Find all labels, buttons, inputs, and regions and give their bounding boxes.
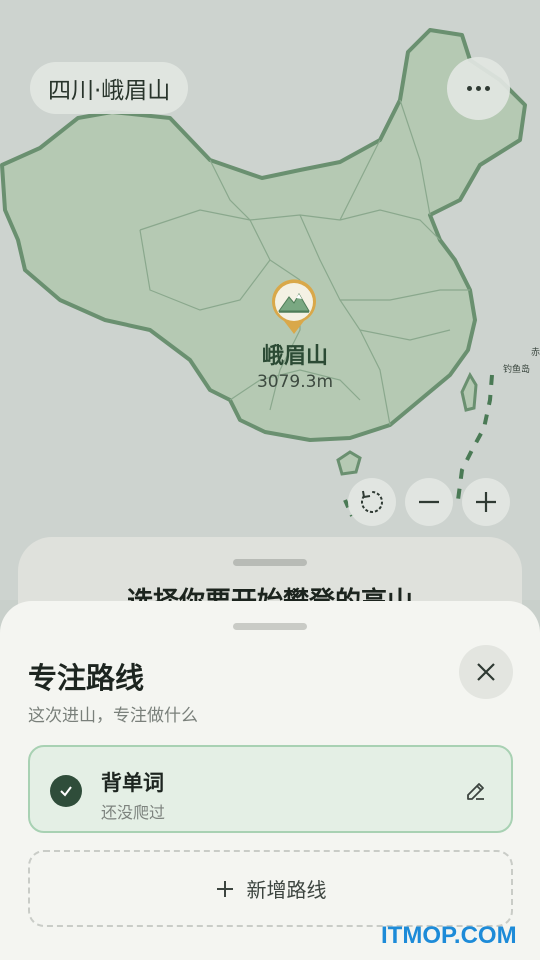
close-icon: [477, 663, 495, 681]
zoom-in-button[interactable]: [462, 478, 510, 526]
check-icon: [50, 775, 82, 807]
edit-icon[interactable]: [464, 779, 488, 803]
taiwan-island: [460, 371, 478, 412]
route-card[interactable]: 背单词 还没爬过: [28, 745, 513, 833]
location-pill[interactable]: 四川·峨眉山: [30, 62, 189, 114]
peak-altitude: 3079.3m: [256, 372, 334, 392]
sheet-handle[interactable]: [233, 559, 307, 566]
refresh-button[interactable]: [348, 478, 396, 526]
sheet-subtitle: 这次进山，专注做什么: [28, 706, 198, 726]
zoom-out-icon: [419, 500, 439, 504]
more-dot: [485, 86, 490, 91]
more-dot: [476, 86, 481, 91]
focus-route-sheet: 专注路线 这次进山，专注做什么 背单词 还没爬过 新增路线: [0, 601, 540, 960]
route-name: 背单词: [101, 771, 164, 795]
more-dots-icon: [467, 86, 472, 91]
sheet-handle[interactable]: [233, 623, 307, 630]
close-button[interactable]: [459, 645, 513, 699]
zoom-out-button[interactable]: [405, 478, 453, 526]
plus-icon: [216, 880, 233, 897]
islet-label-partial: 赤: [531, 348, 540, 358]
more-button[interactable]: [447, 57, 510, 120]
watermark: ITMOP.COM: [381, 922, 517, 949]
sheet-title: 专注路线: [28, 661, 145, 695]
refresh-icon: [361, 490, 383, 513]
zoom-in-icon: [476, 492, 496, 512]
mountain-pin-icon[interactable]: [270, 279, 318, 335]
route-status: 还没爬过: [101, 803, 166, 822]
add-route-button[interactable]: 新增路线: [28, 850, 513, 927]
islet-label: 钓鱼岛: [503, 365, 531, 375]
hainan-island: [336, 450, 362, 476]
peak-name: 峨眉山: [261, 344, 328, 369]
add-route-label: 新增路线: [246, 878, 327, 902]
location-label: 四川·峨眉山: [48, 78, 171, 104]
